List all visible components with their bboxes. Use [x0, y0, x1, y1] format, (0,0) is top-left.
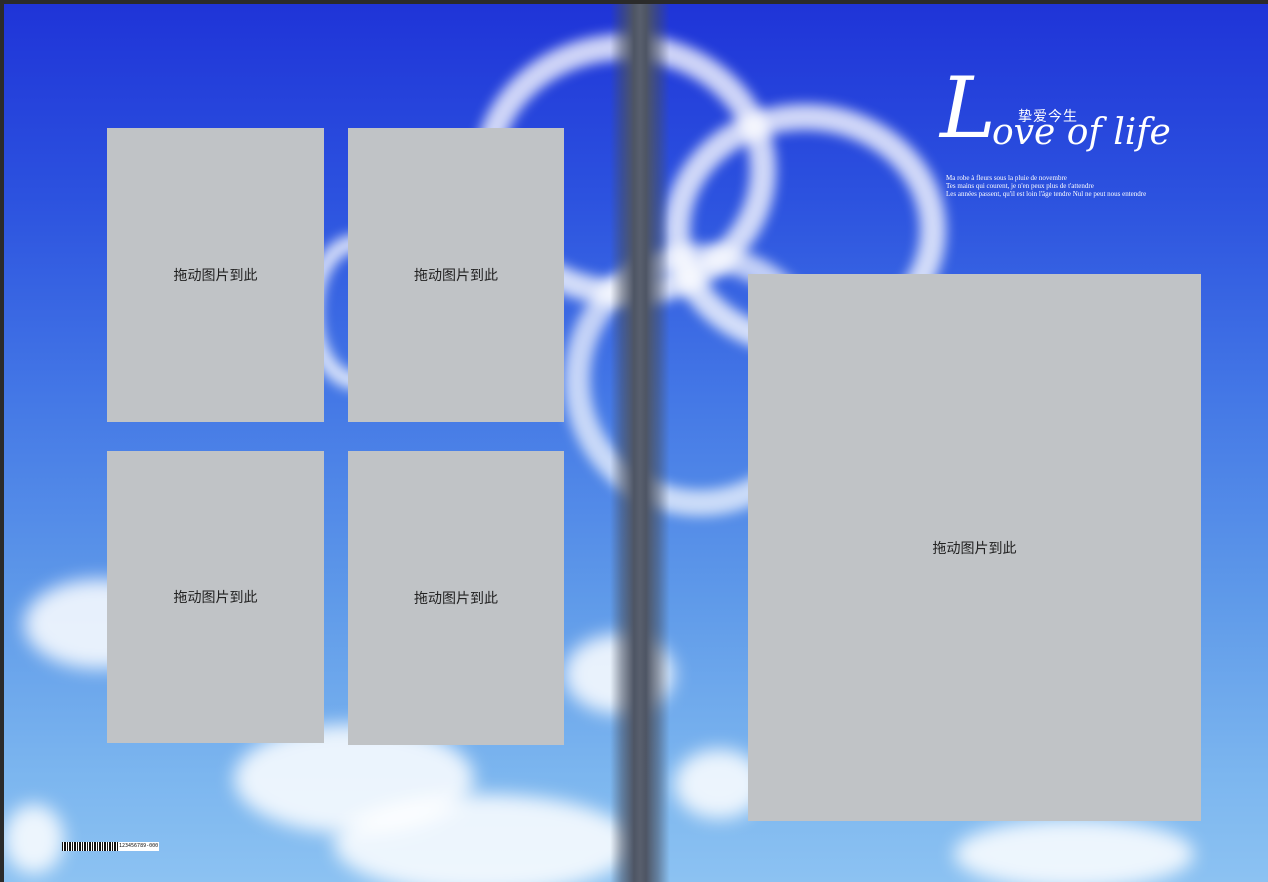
logo-french-line: Les années passent, qu'il est loin l'âge…	[946, 190, 1147, 198]
slot-hint: 拖动图片到此	[173, 590, 258, 606]
logo-french-text: Ma robe à fleurs sous la pluie de novemb…	[946, 174, 1208, 198]
slot-hint: 拖动图片到此	[414, 268, 498, 284]
barcode-number: 123456789-000	[118, 842, 160, 851]
logo-french-line: Ma robe à fleurs sous la pluie de novemb…	[946, 174, 1067, 182]
album-spread-canvas: 拖动图片到此 拖动图片到此 拖动图片到此 拖动图片到此 拖动图片到此 L 挚爱今…	[4, 4, 1268, 882]
photo-slot-large[interactable]: 拖动图片到此	[748, 274, 1201, 821]
photo-slot-1[interactable]: 拖动图片到此	[107, 128, 324, 422]
logo-script-title: ove of life	[992, 112, 1171, 153]
barcode-icon: 123456789-000	[62, 842, 160, 851]
logo-big-letter: L	[940, 59, 996, 157]
logo-french-line: Tes mains qui courent, je n'en peux plus…	[946, 182, 1094, 190]
book-spine	[610, 4, 670, 882]
photo-slot-2[interactable]: 拖动图片到此	[348, 128, 564, 422]
slot-hint: 拖动图片到此	[173, 268, 258, 284]
slot-hint: 拖动图片到此	[414, 591, 498, 607]
photo-slot-4[interactable]: 拖动图片到此	[348, 451, 564, 745]
barcode-bars	[62, 842, 118, 851]
photo-slot-3[interactable]: 拖动图片到此	[107, 451, 324, 743]
slot-hint: 拖动图片到此	[932, 540, 1017, 557]
love-of-life-logo: L 挚爱今生 ove of life Ma robe à fleurs sous…	[938, 66, 1208, 202]
